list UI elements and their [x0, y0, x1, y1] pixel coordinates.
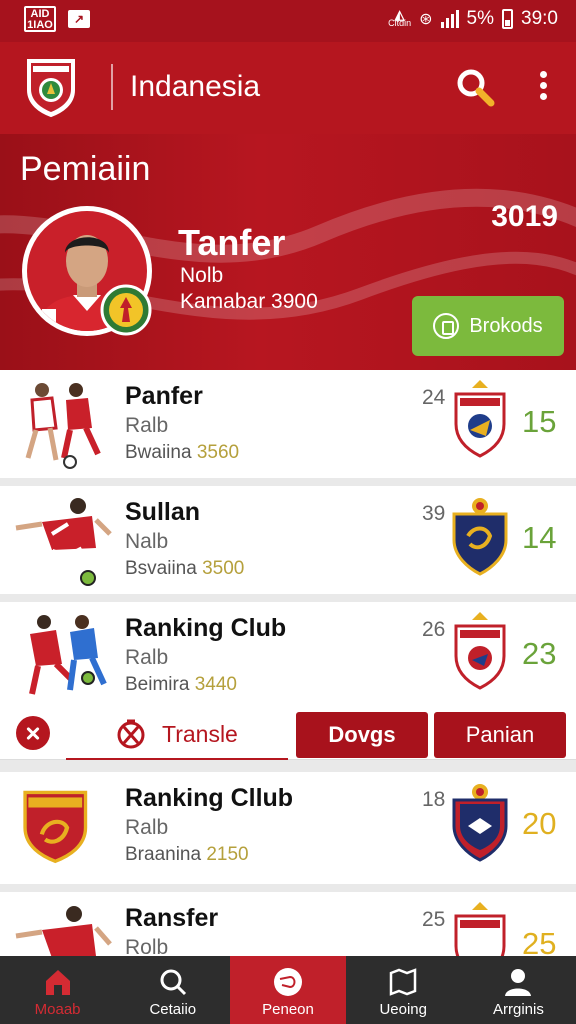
item-rank: 39 — [422, 502, 446, 525]
player-meta: Kamabar 3900 — [180, 290, 318, 313]
players-illustration — [25, 383, 101, 469]
item-score: 14 — [522, 520, 557, 555]
item-rank: 25 — [422, 908, 446, 931]
wifi-icon: ⊛ — [419, 11, 433, 28]
item-name: Ranking Cllub — [125, 784, 294, 812]
clock: 39:0 — [521, 8, 558, 29]
club-crest-icon — [454, 902, 506, 956]
item-name: Panfer — [125, 382, 203, 410]
item-score: 20 — [522, 806, 557, 841]
club-badge-icon — [100, 284, 152, 336]
item-position: Nalb — [125, 530, 169, 553]
app-title: Indanesia — [130, 70, 261, 103]
list-item-expanded[interactable]: Ranking Club Ralb Beimira 3440 26 23 — [0, 602, 576, 708]
featured-player-panel: Pemiaiin 3019 Tanfer Nolb Kamabar 3900 B… — [0, 134, 576, 370]
home-icon — [45, 970, 70, 995]
bottom-navigation: Moaab Cetaiio Peneon Ueoing Arrginis — [0, 956, 576, 1024]
dovgs-tab[interactable]: Dovgs — [296, 712, 428, 758]
list-item[interactable]: Ranking Cllub Ralb Braanina 2150 18 20 — [0, 772, 576, 884]
nav-search[interactable]: Cetaiio — [115, 956, 230, 1024]
search-icon — [160, 969, 186, 996]
battery-percent: 5% — [466, 8, 495, 29]
item-name: Ransfer — [125, 904, 219, 932]
club-crest-icon — [454, 380, 506, 458]
nav-profile[interactable]: Arrginis — [461, 956, 576, 1024]
map-icon — [389, 968, 417, 996]
players-illustration — [29, 615, 107, 695]
club-crest-large-icon — [23, 790, 88, 864]
season-year: 3019 — [491, 200, 558, 233]
item-position: Ralb — [125, 646, 169, 669]
app-bar: Indanesia — [0, 42, 576, 134]
whistle-icon — [274, 968, 302, 996]
item-score: 23 — [522, 636, 557, 671]
item-rank: 26 — [422, 618, 446, 641]
item-position: Rolb — [125, 936, 169, 956]
item-position: Ralb — [125, 816, 169, 839]
document-icon — [433, 313, 460, 339]
item-score: 25 — [522, 926, 557, 956]
item-actions-bar: Transle Dovgs Panian — [0, 708, 576, 760]
item-detail: Braanina 2150 — [125, 844, 249, 865]
item-rank: 18 — [422, 788, 446, 811]
status-bar: AID 1IAO ↗ ◭ Citdin ⊛ 5% 39:0 — [0, 0, 576, 42]
close-icon[interactable] — [16, 716, 50, 750]
club-crest-icon — [452, 784, 508, 862]
user-icon — [505, 969, 532, 996]
list-item[interactable]: Ransfer Rolb 25 25 — [0, 892, 576, 956]
club-crest-icon — [452, 498, 508, 576]
brokods-button[interactable]: Brokods — [412, 296, 564, 356]
player-name: Tanfer — [178, 222, 286, 263]
item-position: Ralb — [125, 414, 169, 437]
transfer-icon — [117, 719, 145, 749]
item-name: Sullan — [125, 498, 201, 526]
federation-logo[interactable] — [24, 56, 78, 118]
panian-tab[interactable]: Panian — [434, 712, 566, 758]
item-name: Ranking Club — [125, 614, 287, 642]
notification-icon: ↗ — [68, 10, 90, 28]
sim-icon: AID 1IAO — [24, 6, 56, 32]
club-crest-icon — [454, 612, 506, 690]
nav-ueoing[interactable]: Ueoing — [346, 956, 461, 1024]
transfer-action[interactable]: Transle — [114, 714, 238, 754]
item-detail: Bwaiina 3560 — [125, 442, 240, 463]
list-item[interactable]: Sullan Nalb Bsvaiina 3500 39 14 — [0, 486, 576, 594]
carrier-label: ◭ Citdin — [388, 7, 412, 28]
item-detail: Beimira 3440 — [125, 674, 237, 695]
nav-home[interactable]: Moaab — [0, 956, 115, 1024]
player-position: Nolb — [180, 264, 224, 287]
signal-icon — [440, 10, 459, 28]
section-heading: Pemiaiin — [20, 150, 151, 188]
battery-icon — [502, 9, 514, 29]
item-rank: 24 — [422, 386, 446, 409]
nav-peneon[interactable]: Peneon — [230, 956, 346, 1024]
item-score: 15 — [522, 404, 557, 439]
player-illustration — [15, 906, 112, 956]
more-options-icon[interactable] — [530, 68, 556, 108]
item-detail: Bsvaiina 3500 — [125, 558, 245, 579]
player-illustration — [15, 498, 112, 586]
list-item[interactable]: Panfer Ralb Bwaiina 3560 24 15 — [0, 370, 576, 478]
search-icon[interactable] — [454, 66, 496, 108]
active-underline — [66, 758, 288, 760]
appbar-divider — [111, 64, 113, 110]
